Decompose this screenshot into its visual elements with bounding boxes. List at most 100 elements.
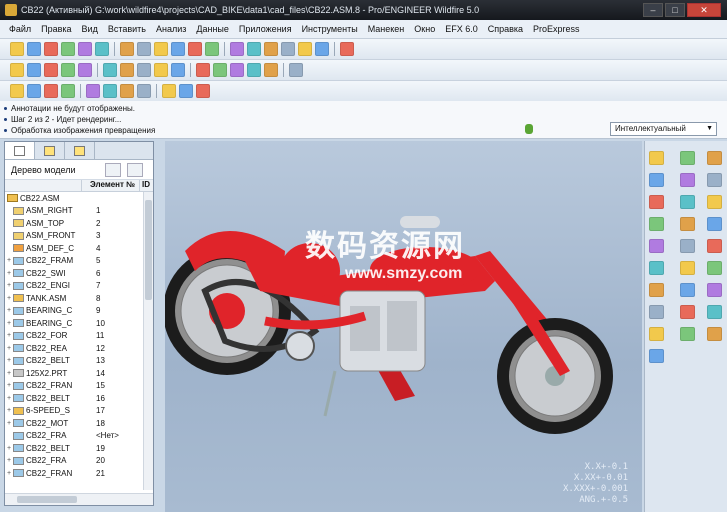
tree-row[interactable]: + CB22_BELT 19 — [5, 442, 153, 455]
menu-help[interactable]: Справка — [483, 24, 528, 34]
thicken-icon[interactable] — [680, 305, 695, 319]
minimize-button[interactable]: – — [643, 3, 663, 17]
info-icon[interactable] — [162, 84, 176, 98]
tree-row[interactable]: + CB22_FRAN 21 — [5, 467, 153, 480]
tree-horizontal-scrollbar[interactable] — [5, 493, 153, 505]
orient-icon[interactable] — [103, 63, 117, 77]
tree-row[interactable]: +6-SPEED_S 17 — [5, 405, 153, 418]
expand-icon[interactable]: + — [5, 257, 13, 264]
tree-row[interactable]: ASM_DEF_C 4 — [5, 242, 153, 255]
help-icon[interactable] — [340, 42, 354, 56]
datum-points-icon[interactable] — [230, 63, 244, 77]
analysis-feature-icon[interactable] — [649, 195, 664, 209]
tree-row[interactable]: + CB22_FRA 20 — [5, 455, 153, 468]
expand-icon[interactable]: + — [5, 445, 13, 452]
tree-row[interactable]: + CB22_ENGI 7 — [5, 280, 153, 293]
tree-settings-icon[interactable] — [105, 163, 121, 177]
mirror-icon[interactable] — [649, 283, 664, 297]
expand-icon[interactable]: + — [5, 282, 13, 289]
save-icon[interactable] — [44, 42, 58, 56]
tree-row[interactable]: +125X2.PRT 14 — [5, 367, 153, 380]
annotations-icon[interactable] — [264, 63, 278, 77]
tree-row[interactable]: + CB22_MOT 18 — [5, 417, 153, 430]
repaint-icon[interactable] — [27, 63, 41, 77]
round-icon[interactable] — [649, 239, 664, 253]
merge-icon[interactable] — [680, 283, 695, 297]
zoom-out-icon[interactable] — [61, 63, 75, 77]
copy2-icon[interactable] — [230, 42, 244, 56]
pattern-icon[interactable] — [707, 261, 722, 275]
ok-icon[interactable] — [315, 42, 329, 56]
scroll-thumb[interactable] — [17, 496, 77, 503]
undo-icon[interactable] — [171, 42, 185, 56]
warp-icon[interactable] — [680, 327, 695, 341]
menu-edit[interactable]: Правка — [36, 24, 76, 34]
draft-icon[interactable] — [680, 261, 695, 275]
find-icon[interactable] — [281, 42, 295, 56]
datum-axes-icon[interactable] — [213, 63, 227, 77]
zoom-in-icon[interactable] — [44, 63, 58, 77]
select-icon[interactable] — [298, 42, 312, 56]
shade-icon[interactable] — [10, 63, 24, 77]
tree-row[interactable]: + CB22_SWI 6 — [5, 267, 153, 280]
tree-row[interactable]: + CB22_FRAN 15 — [5, 380, 153, 393]
rib-icon[interactable] — [649, 261, 664, 275]
menu-analysis[interactable]: Анализ — [151, 24, 191, 34]
paste2-icon[interactable] — [247, 42, 261, 56]
sweep-icon[interactable] — [649, 217, 664, 231]
window-icon[interactable] — [137, 42, 151, 56]
selection-filter-dropdown[interactable]: Интеллектуальный ▼ — [610, 122, 717, 136]
tree-row[interactable]: + CB22_BELT 16 — [5, 392, 153, 405]
copy-geom-icon[interactable] — [649, 349, 664, 363]
datum-planes-icon[interactable] — [196, 63, 210, 77]
expand-icon[interactable]: + — [5, 307, 13, 314]
menu-data[interactable]: Данные — [191, 24, 234, 34]
paste-icon[interactable] — [95, 42, 109, 56]
datum-curve-icon[interactable] — [649, 173, 664, 187]
expand-icon[interactable]: + — [5, 470, 13, 477]
open-folder-icon[interactable] — [27, 42, 41, 56]
tree-row[interactable]: + CB22_BELT 13 — [5, 355, 153, 368]
close-window-icon[interactable] — [154, 42, 168, 56]
component-icon[interactable] — [10, 84, 24, 98]
sketch-icon[interactable] — [649, 151, 664, 165]
tree-row[interactable]: ASM_RIGHT 1 — [5, 205, 153, 218]
explode-icon[interactable] — [27, 84, 41, 98]
color-icon[interactable] — [103, 84, 117, 98]
menu-window[interactable]: Окно — [409, 24, 440, 34]
menu-applications[interactable]: Приложения — [234, 24, 297, 34]
tree-row[interactable]: + BEARING_C 10 — [5, 317, 153, 330]
trim-icon[interactable] — [707, 283, 722, 297]
delete-icon[interactable] — [264, 42, 278, 56]
layers-icon[interactable] — [137, 63, 151, 77]
globe-icon[interactable] — [179, 84, 193, 98]
menu-proexpress[interactable]: ProExpress — [528, 24, 585, 34]
tree-row[interactable]: + TANK.ASM 8 — [5, 292, 153, 305]
menu-view[interactable]: Вид — [77, 24, 103, 34]
expand-icon[interactable]: + — [5, 320, 13, 327]
tab-folder-browser[interactable] — [35, 142, 65, 159]
tree-row[interactable]: + CB22_REA 12 — [5, 342, 153, 355]
menu-insert[interactable]: Вставить — [103, 24, 151, 34]
csys-tool-icon[interactable] — [707, 173, 722, 187]
extrude-icon[interactable] — [680, 195, 695, 209]
tree-row[interactable]: + BEARING_C 9 — [5, 305, 153, 318]
nav-icon[interactable] — [196, 84, 210, 98]
render-icon[interactable] — [120, 84, 134, 98]
appearance-icon[interactable] — [154, 63, 168, 77]
copy-icon[interactable] — [78, 42, 92, 56]
refit-icon[interactable] — [78, 63, 92, 77]
tree-row[interactable]: + CB22_FOR 11 — [5, 330, 153, 343]
hole-icon[interactable] — [707, 217, 722, 231]
shell-icon[interactable] — [707, 239, 722, 253]
expand-icon[interactable]: + — [5, 345, 13, 352]
graphics-viewport[interactable]: 数码资源网 www.smzy.com X.X+-0.1 X.XX+-0.01 X… — [165, 141, 642, 512]
menu-tools[interactable]: Инструменты — [297, 24, 363, 34]
tree-row[interactable]: + CB22_FRAM 5 — [5, 255, 153, 268]
expand-icon[interactable]: + — [5, 332, 13, 339]
datum-axis-icon[interactable] — [707, 151, 722, 165]
display-style-icon[interactable] — [289, 63, 303, 77]
revolve-icon[interactable] — [707, 195, 722, 209]
expand-icon[interactable]: + — [5, 295, 13, 302]
csys-icon[interactable] — [247, 63, 261, 77]
